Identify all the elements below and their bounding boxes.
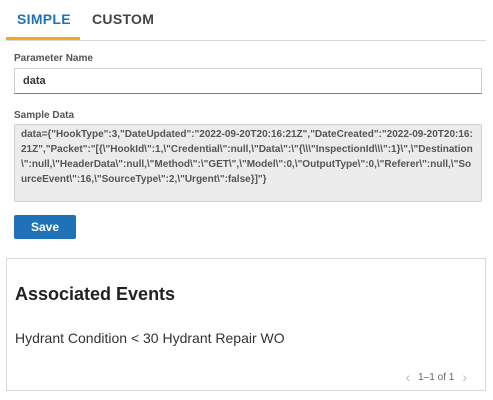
pagination-label: 1–1 of 1 <box>418 371 455 383</box>
chevron-left-icon[interactable]: ‹ <box>406 369 411 385</box>
list-item[interactable]: Hydrant Condition < 30 Hydrant Repair WO <box>15 330 285 346</box>
active-tab-indicator <box>6 37 80 40</box>
sample-data-field: data={"HookType":3,"DateUpdated":"2022-0… <box>14 124 482 202</box>
tab-custom[interactable]: CUSTOM <box>92 11 154 27</box>
associated-events-panel: Associated Events Hydrant Condition < 30… <box>6 258 486 391</box>
associated-events-title: Associated Events <box>15 284 176 304</box>
sample-data-label: Sample Data <box>14 110 75 121</box>
parameter-name-input[interactable] <box>14 68 482 94</box>
save-button[interactable]: Save <box>14 215 76 239</box>
chevron-right-icon[interactable]: › <box>462 369 467 385</box>
pagination: ‹ 1–1 of 1 › <box>398 369 476 385</box>
parameter-name-label: Parameter Name <box>14 53 93 64</box>
tab-simple[interactable]: SIMPLE <box>17 11 71 27</box>
tab-bar: SIMPLE CUSTOM <box>6 0 486 41</box>
